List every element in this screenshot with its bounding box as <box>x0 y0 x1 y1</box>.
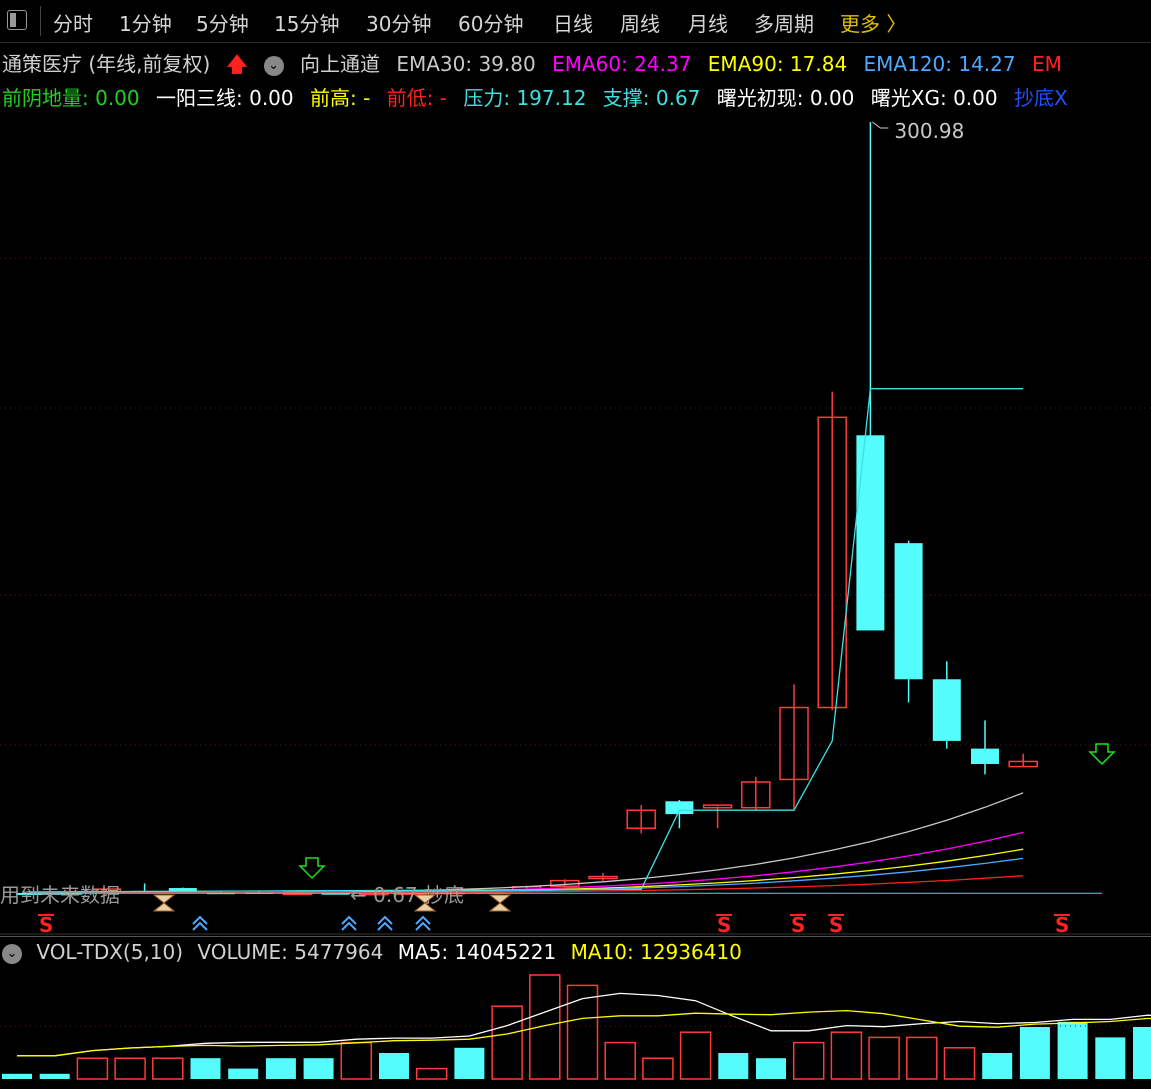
volume-bar <box>228 1068 259 1079</box>
volume-bar <box>792 1041 825 1080</box>
candle-body <box>856 435 885 631</box>
hourglass-icon <box>152 894 176 912</box>
future-data-note: 用到未来数据 <box>0 883 120 907</box>
sell-signal-icon: S <box>791 913 805 937</box>
volume-header: ⌄ VOL-TDX(5,10) VOLUME: 5477964 MA5: 140… <box>0 940 1151 964</box>
chevron-down-icon[interactable]: ⌄ <box>2 944 22 964</box>
pane-divider <box>0 936 1151 937</box>
volume-bar <box>943 1047 976 1080</box>
candle-body <box>702 804 733 809</box>
volume-bar <box>265 1058 296 1079</box>
volume-bar <box>39 1073 70 1079</box>
volume-bar <box>604 1041 636 1080</box>
volume-bar <box>152 1057 184 1080</box>
volume-bar <box>190 1058 221 1079</box>
down-arrow-icon <box>1088 743 1116 766</box>
volume-bar <box>415 1067 448 1080</box>
volume-bar <box>679 1031 712 1080</box>
volume-value: VOLUME: 5477964 <box>197 940 384 964</box>
volume-bar <box>454 1047 485 1079</box>
max-pointer <box>872 121 889 129</box>
volume-bar <box>906 1036 938 1080</box>
volume-bar <box>529 974 561 1080</box>
volume-ma10: MA10: 12936410 <box>570 940 742 964</box>
volume-bar <box>642 1057 674 1080</box>
volume-bar <box>2 1073 32 1079</box>
volume-bar <box>1095 1037 1126 1079</box>
volume-indicator-name: VOL-TDX(5,10) <box>36 940 184 964</box>
volume-bar <box>340 1041 373 1080</box>
candle-body <box>894 543 923 680</box>
candle-body <box>932 679 961 741</box>
price-chart[interactable]: 300.98用到未来数据 ← 0.67 抄底S S S S S <box>0 0 1151 1089</box>
volume-bar <box>830 1031 863 1080</box>
max-price-label: 300.98 <box>894 119 964 143</box>
sell-signal-icon: S <box>1055 913 1069 937</box>
volume-bar <box>114 1057 146 1080</box>
volume-bar <box>76 1057 109 1080</box>
sell-signal-icon: S <box>829 913 843 937</box>
buy-chevron-icon <box>192 915 208 931</box>
volume-bar <box>756 1058 786 1079</box>
sell-signal-icon: S <box>717 913 731 937</box>
volume-bar <box>868 1036 900 1080</box>
volume-bar <box>1133 1027 1151 1079</box>
volume-bar <box>566 984 599 1080</box>
hourglass-icon <box>488 894 512 912</box>
volume-bar <box>718 1053 749 1079</box>
support-note: ← 0.67 抄底 <box>350 883 464 907</box>
volume-bar <box>303 1058 334 1079</box>
sell-signal-icon: S <box>39 913 53 937</box>
volume-bar <box>1057 1021 1088 1079</box>
buy-chevron-icon <box>341 915 357 931</box>
volume-ma-line <box>17 1009 1151 1057</box>
candle-body <box>971 748 999 765</box>
volume-ma5: MA5: 14045221 <box>397 940 557 964</box>
buy-chevron-icon <box>377 915 393 931</box>
down-arrow-icon <box>298 857 326 880</box>
volume-bar <box>1019 1027 1050 1079</box>
buy-chevron-icon <box>415 915 431 931</box>
volume-bar <box>982 1053 1013 1079</box>
ema-line <box>30 792 1024 894</box>
volume-bar <box>379 1053 409 1079</box>
candle-body <box>665 801 694 815</box>
volume-bar <box>491 1005 523 1080</box>
